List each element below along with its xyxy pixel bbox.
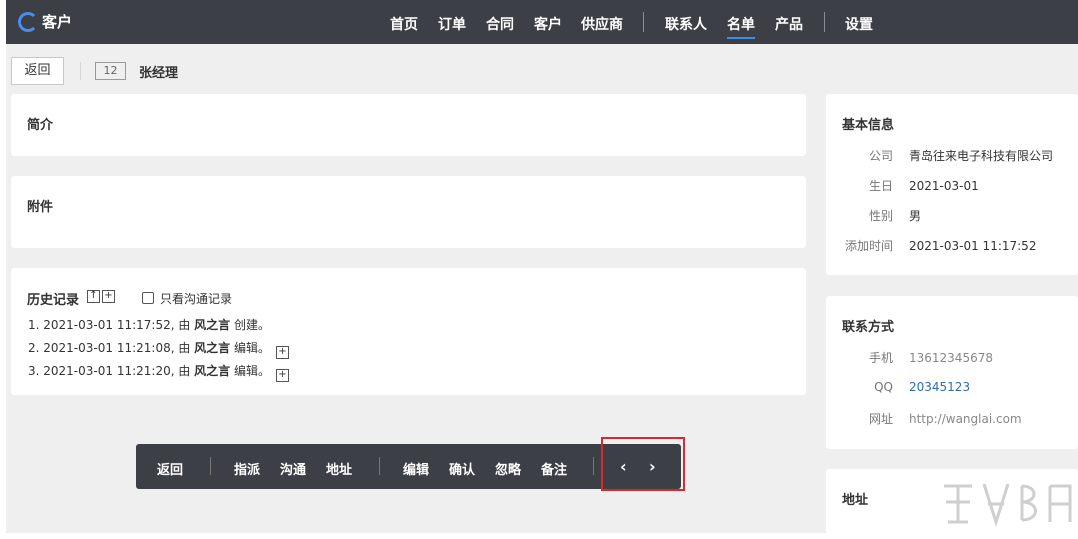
- back-button[interactable]: 返回: [11, 57, 64, 85]
- expand-entry-icon[interactable]: +: [276, 346, 289, 359]
- toolbar-divider: [210, 457, 211, 475]
- toolbar-divider: [593, 457, 594, 475]
- nav-settings[interactable]: 设置: [845, 14, 873, 34]
- info-birthday: 生日 2021-03-01: [842, 177, 979, 194]
- highlight-box: [601, 437, 685, 491]
- note-button[interactable]: 备注: [541, 459, 567, 478]
- entry-user: 风之言: [194, 364, 231, 378]
- intro-title: 简介: [27, 118, 54, 133]
- nav-divider: [824, 12, 825, 32]
- field-value: 青岛往来电子科技有限公司: [909, 149, 1054, 163]
- info-gender: 性别 男: [842, 207, 921, 224]
- nav-home[interactable]: 首页: [390, 14, 418, 34]
- field-label: 手机: [868, 351, 893, 365]
- watermark-logo: [944, 483, 1072, 527]
- entry-action: 编辑。: [230, 341, 270, 355]
- nav-orders[interactable]: 订单: [438, 14, 466, 34]
- assign-button[interactable]: 指派: [234, 459, 260, 478]
- app-logo-icon: [18, 12, 38, 32]
- attachments-card: 附件: [11, 176, 806, 248]
- sort-up-icon[interactable]: ↑: [87, 290, 100, 303]
- expand-entry-icon[interactable]: +: [276, 369, 289, 382]
- nav-customers[interactable]: 客户: [534, 14, 562, 34]
- basic-info-title: 基本信息: [842, 118, 895, 133]
- entry-text: 1. 2021-03-01 11:17:52, 由: [28, 318, 195, 332]
- intro-card: 简介: [11, 94, 806, 156]
- entry-user: 风之言: [194, 318, 231, 332]
- info-company: 公司 青岛往来电子科技有限公司: [842, 147, 1053, 164]
- top-nav: 客户 首页 订单 合同 客户 供应商 联系人 名单 产品 设置: [6, 0, 1078, 44]
- entry-user: 风之言: [194, 341, 231, 355]
- toolbar-back-button[interactable]: 返回: [157, 459, 183, 478]
- history-entry: 3. 2021-03-01 11:21:20, 由 风之言 编辑。 +: [28, 362, 291, 382]
- history-entry: 1. 2021-03-01 11:17:52, 由 风之言 创建。: [28, 316, 270, 333]
- communicate-button[interactable]: 沟通: [280, 459, 306, 478]
- confirm-button[interactable]: 确认: [449, 459, 475, 478]
- nav-suppliers[interactable]: 供应商: [581, 14, 623, 34]
- field-label: 生日: [868, 179, 893, 193]
- record-id-badge: 12: [95, 62, 126, 80]
- entry-text: 2. 2021-03-01 11:21:08, 由: [28, 341, 195, 355]
- info-website: 网址 http://wanglai.com: [842, 410, 1022, 427]
- nav-products[interactable]: 产品: [775, 14, 803, 34]
- comm-filter-label: 只看沟通记录: [160, 292, 233, 306]
- contact-name: 张经理: [139, 66, 179, 81]
- field-label: 公司: [868, 149, 893, 163]
- website-link[interactable]: http://wanglai.com: [909, 412, 1022, 426]
- app-frame: 客户 首页 订单 合同 客户 供应商 联系人 名单 产品 设置 返回 12 张经…: [6, 0, 1078, 533]
- history-tools: ↑ +: [87, 290, 117, 309]
- contact-title: 联系方式: [842, 320, 895, 335]
- nav-list-active[interactable]: 名单: [727, 14, 755, 39]
- field-label: 性别: [868, 209, 893, 223]
- app-title: 客户: [42, 13, 73, 31]
- field-label: 添加时间: [844, 239, 893, 253]
- address-button[interactable]: 地址: [326, 459, 352, 478]
- info-added-time: 添加时间 2021-03-01 11:17:52: [842, 237, 1036, 254]
- toolbar-divider: [379, 457, 380, 475]
- entry-action: 创建。: [230, 318, 270, 332]
- field-value: 男: [909, 209, 922, 223]
- entry-text: 3. 2021-03-01 11:21:20, 由: [28, 364, 195, 378]
- qq-link[interactable]: 20345123: [909, 380, 970, 394]
- nav-divider: [643, 12, 644, 32]
- ignore-button[interactable]: 忽略: [495, 459, 521, 478]
- field-value: 2021-03-01 11:17:52: [909, 239, 1037, 253]
- edit-button[interactable]: 编辑: [403, 459, 429, 478]
- basic-info-card: 基本信息 公司 青岛往来电子科技有限公司 生日 2021-03-01 性别 男 添加时…: [826, 94, 1078, 275]
- nav-contacts[interactable]: 联系人: [665, 14, 707, 34]
- contact-card: 联系方式 手机 13612345678 QQ 20345123 网址 http://w…: [826, 296, 1078, 449]
- comm-filter-checkbox[interactable]: [142, 292, 154, 304]
- entry-action: 编辑。: [230, 364, 270, 378]
- history-title: 历史记录: [27, 293, 80, 308]
- nav-contracts[interactable]: 合同: [486, 14, 514, 34]
- info-qq: QQ 20345123: [842, 380, 970, 394]
- comm-filter[interactable]: 只看沟通记录: [142, 290, 232, 307]
- attachments-title: 附件: [27, 200, 54, 215]
- field-value: 2021-03-01: [909, 179, 979, 193]
- address-title: 地址: [842, 493, 869, 508]
- field-label: 网址: [868, 412, 893, 426]
- header-divider: [80, 62, 81, 80]
- info-mobile: 手机 13612345678: [842, 349, 993, 366]
- history-entry: 2. 2021-03-01 11:21:08, 由 风之言 编辑。 +: [28, 339, 291, 359]
- field-label: QQ: [874, 380, 893, 394]
- history-card: 历史记录 ↑ + 只看沟通记录 1. 2021-03-01 11:17:52, 由…: [11, 268, 806, 395]
- field-value: 13612345678: [909, 351, 993, 365]
- expand-all-icon[interactable]: +: [102, 290, 115, 303]
- action-toolbar: 返回 指派 沟通 地址 编辑 确认 忽略 备注 ‹ ›: [136, 444, 681, 489]
